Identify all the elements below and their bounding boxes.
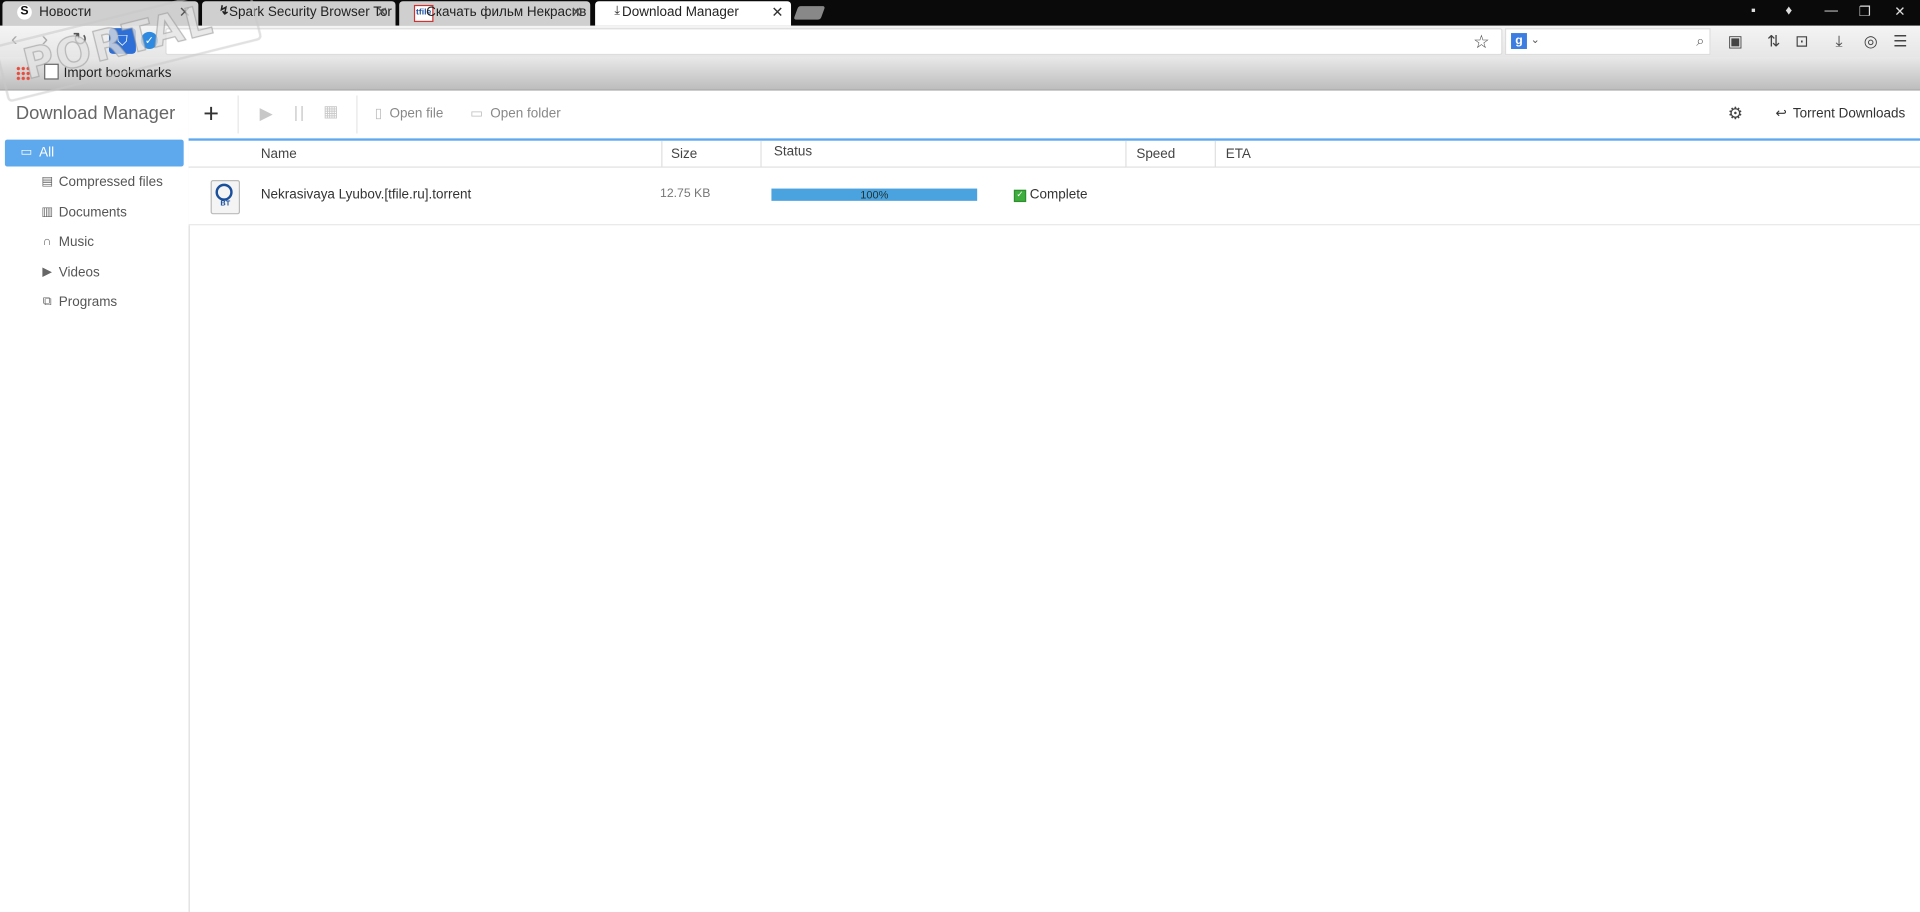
verified-icon: ✓ xyxy=(140,31,158,49)
folder-icon: ▭ xyxy=(470,106,483,122)
bookmarks-bar: Import bookmarks xyxy=(0,57,1920,91)
address-input[interactable] xyxy=(165,28,1503,56)
chevron-down-icon[interactable]: ⌄ xyxy=(1531,33,1540,46)
privacy-icon[interactable]: ◎ xyxy=(1864,32,1878,52)
pause-icon[interactable]: | | xyxy=(294,103,304,121)
column-divider[interactable] xyxy=(1214,140,1216,167)
bookmark-star-icon[interactable]: ☆ xyxy=(1473,31,1489,53)
column-divider[interactable] xyxy=(760,140,762,167)
close-icon[interactable]: ✕ xyxy=(179,4,191,21)
file-size: 12.75 KB xyxy=(660,187,711,201)
progress-text: 100% xyxy=(860,188,889,201)
sidebar-item-label: Videos xyxy=(58,265,100,281)
tab-spark[interactable]: ↯ Spark Security Browser Tor ✕ xyxy=(202,1,396,26)
sidebar-item-label: Compressed files xyxy=(58,175,163,190)
sidebar-item-label: All xyxy=(39,145,55,161)
search-input[interactable]: g ⌄ ⌕ xyxy=(1504,28,1711,56)
archive-icon: ▤ xyxy=(41,175,53,189)
sidebar-item-documents[interactable]: ▥ Documents xyxy=(0,200,184,227)
skin-icon[interactable]: ♦ xyxy=(1785,4,1792,19)
tab-label: Новости xyxy=(39,4,92,20)
folder-icon: ▭ xyxy=(20,145,33,160)
import-bookmarks-label: Import bookmarks xyxy=(63,66,172,81)
minimize-icon[interactable]: — xyxy=(1825,4,1838,19)
download-icon[interactable]: ⤓ xyxy=(1836,32,1843,52)
torrent-downloads-button[interactable]: ↩ Torrent Downloads xyxy=(1775,105,1906,122)
add-download-button[interactable]: + xyxy=(203,98,219,130)
column-divider[interactable] xyxy=(1125,140,1127,167)
close-icon[interactable]: ✕ xyxy=(376,4,388,21)
search-icon[interactable]: ⌕ xyxy=(1696,32,1704,50)
category-sidebar: ▭ All ▤ Compressed files ▥ Documents ∩ M… xyxy=(0,90,190,912)
import-bookmarks-link[interactable]: Import bookmarks xyxy=(44,63,172,81)
progress-bar: 100% xyxy=(771,188,978,201)
play-icon[interactable]: ▶ xyxy=(260,103,273,124)
traffic-icon[interactable]: ⇅ xyxy=(1767,32,1780,52)
column-header-size[interactable]: Size xyxy=(671,147,697,162)
tab-label: Spark Security Browser Tor xyxy=(228,4,392,20)
download-toolbar: + ▶ | | ▦ ▯ Open file ▭ Open folder ⚙ ↩ Tor… xyxy=(188,90,1920,141)
column-header-speed[interactable]: Speed xyxy=(1136,147,1175,162)
video-icon: ▶ xyxy=(42,265,52,280)
back-icon[interactable]: ‹ xyxy=(11,30,18,51)
file-name: Nekrasivaya Lyubov.[tfile.ru].torrent xyxy=(260,187,472,203)
sidebar-item-music[interactable]: ∩ Music xyxy=(0,229,184,256)
table-row[interactable]: BT Nekrasivaya Lyubov.[tfile.ru].torrent… xyxy=(188,167,1920,226)
status-label: Complete xyxy=(1029,187,1088,203)
shield-icon[interactable]: ⛉ xyxy=(108,28,136,54)
table-header: Name Size Status Speed ETA xyxy=(188,140,1920,168)
open-file-label: Open file xyxy=(389,106,444,122)
column-header-name[interactable]: Name xyxy=(261,147,297,162)
screenshot-icon[interactable]: ⊡ xyxy=(1795,32,1808,52)
sidebar-item-videos[interactable]: ▶ Videos xyxy=(0,260,184,287)
sidebar-item-all[interactable]: ▭ All xyxy=(4,139,184,167)
gear-icon[interactable]: ⚙ xyxy=(1728,103,1743,124)
close-icon[interactable]: ✕ xyxy=(771,4,783,21)
tab-download-manager[interactable]: ⤓ Download Manager ✕ xyxy=(595,1,792,26)
close-icon[interactable]: ✕ xyxy=(571,4,583,21)
reload-icon[interactable]: ↻ xyxy=(72,30,87,51)
headphones-icon: ∩ xyxy=(42,235,52,249)
trash-icon[interactable]: ▦ xyxy=(323,102,338,122)
sidebar-item-label: Programs xyxy=(58,295,118,310)
new-tab-button[interactable] xyxy=(793,6,826,20)
sidebar-item-label: Music xyxy=(58,235,94,250)
sidebar-item-label: Documents xyxy=(58,205,127,221)
column-header-status[interactable]: Status xyxy=(774,144,812,159)
open-folder-label: Open folder xyxy=(490,106,561,122)
check-icon: ✓ xyxy=(1013,189,1027,203)
column-divider[interactable] xyxy=(661,140,663,167)
tab-favicon: S xyxy=(17,4,32,20)
tab-label: Скачать фильм Некрасив xyxy=(426,4,587,20)
open-file-button[interactable]: ▯ Open file xyxy=(374,105,444,122)
media-icon[interactable]: ▣ xyxy=(1728,32,1743,52)
menu-icon[interactable]: ☰ xyxy=(1893,32,1907,52)
chat-icon[interactable]: ▪ xyxy=(1751,4,1756,19)
address-toolbar: ‹ › ↻ ⛉ ✓ ☆ g ⌄ ⌕ ▣ ⇅ ⊡ ⤓ ◎ ☰ xyxy=(0,25,1920,58)
tab-bar: S Новости ✕ ↯ Spark Security Browser Tor… xyxy=(0,0,1920,26)
tab-tfile[interactable]: tfile Скачать фильм Некрасив ✕ xyxy=(399,1,591,26)
window-icon: ⧉ xyxy=(42,295,52,309)
close-window-icon[interactable]: ✕ xyxy=(1894,4,1905,20)
toolbar-divider xyxy=(356,95,358,134)
apps-grid-icon[interactable] xyxy=(15,66,31,81)
back-arrow-icon: ↩ xyxy=(1775,106,1787,122)
column-header-eta[interactable]: ETA xyxy=(1226,147,1251,162)
tab-news[interactable]: S Новости ✕ xyxy=(2,1,199,26)
forward-icon[interactable]: › xyxy=(42,30,49,51)
google-icon[interactable]: g xyxy=(1511,33,1527,49)
toolbar-divider xyxy=(237,95,239,134)
page-icon xyxy=(44,63,59,80)
sidebar-item-compressed[interactable]: ▤ Compressed files xyxy=(0,169,184,196)
tab-label: Download Manager xyxy=(622,4,739,20)
torrent-file-icon: BT xyxy=(210,180,241,215)
file-icon: ▯ xyxy=(374,106,383,122)
document-icon: ▥ xyxy=(41,205,53,220)
page-title: Download Manager xyxy=(15,102,176,124)
restore-icon[interactable]: ❐ xyxy=(1859,4,1871,20)
open-folder-button[interactable]: ▭ Open folder xyxy=(470,105,561,122)
torrent-downloads-label: Torrent Downloads xyxy=(1792,106,1906,122)
sidebar-item-programs[interactable]: ⧉ Programs xyxy=(0,289,184,316)
